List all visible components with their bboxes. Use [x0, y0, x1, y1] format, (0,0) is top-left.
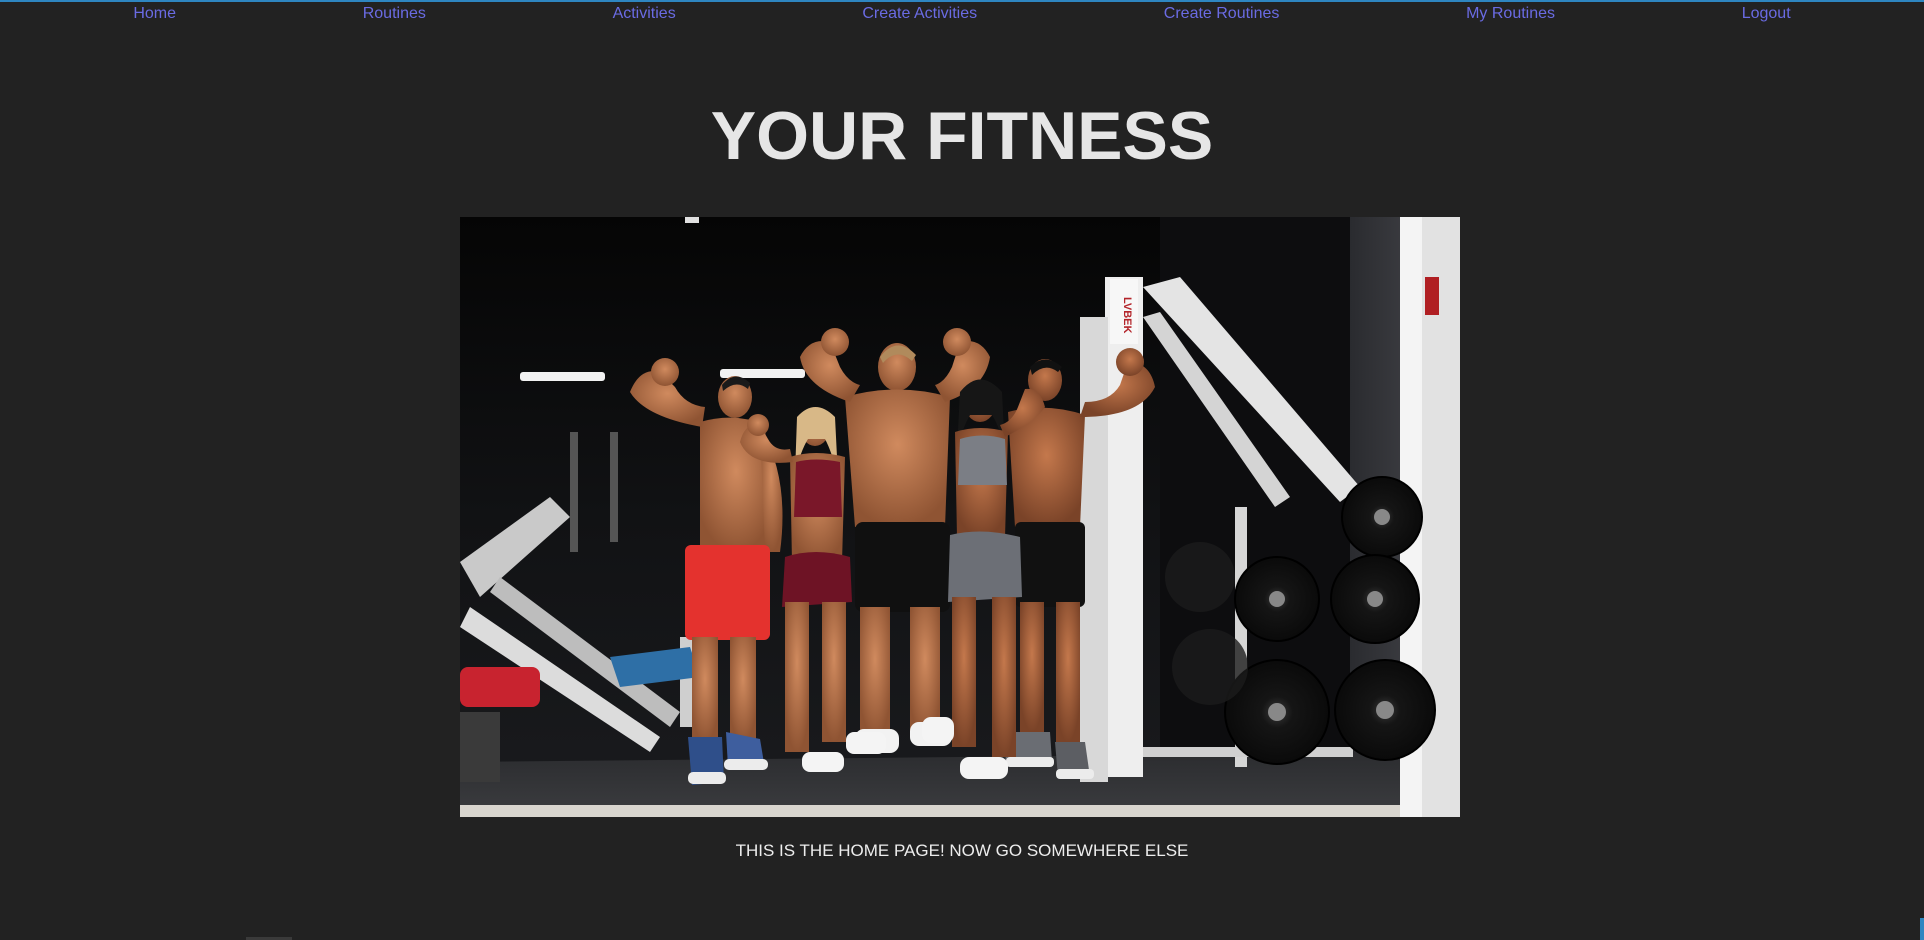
nav-activities[interactable]: Activities [613, 5, 676, 23]
nav-my-routines[interactable]: My Routines [1466, 5, 1555, 23]
page-title: YOUR FITNESS [710, 98, 1214, 174]
top-nav: Home Routines Activities Create Activiti… [0, 2, 1924, 26]
nav-home[interactable]: Home [133, 5, 176, 23]
home-message: THIS IS THE HOME PAGE! NOW GO SOMEWHERE … [735, 841, 1189, 860]
nav-routines[interactable]: Routines [363, 5, 426, 23]
hero-image: LVBEK [460, 217, 1460, 817]
rack-logo: LVBEK [1110, 279, 1138, 344]
nav-create-routines[interactable]: Create Routines [1164, 5, 1280, 23]
gym-group-photo: LVBEK [460, 217, 1460, 817]
logo-text: LVBEK [1121, 297, 1133, 334]
nav-create-activities[interactable]: Create Activities [862, 5, 977, 23]
nav-logout[interactable]: Logout [1742, 5, 1791, 23]
page: Home Routines Activities Create Activiti… [0, 0, 1924, 940]
scrollbar-thumb[interactable] [1920, 918, 1924, 940]
